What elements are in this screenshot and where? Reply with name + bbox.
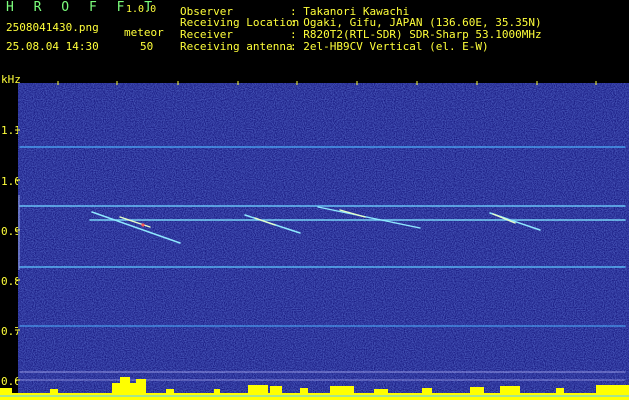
spectrogram — [0, 75, 629, 400]
level-bars-cyan — [0, 395, 629, 397]
info-value-antenna: : 2el-HB9CV Vertical (el. E-W) — [290, 40, 489, 53]
info-value-receiver: : R820T2(RTL-SDR) SDR-Sharp 53.1000MHz — [290, 28, 542, 41]
meteor-count-label: meteor — [124, 26, 164, 39]
info-key-antenna: Receiving antenna — [180, 40, 293, 53]
app-version: 1.0.0 — [126, 4, 157, 15]
info-key-receiver: Receiver — [180, 28, 233, 41]
file-datetime: 25.08.04 14:30 — [6, 40, 99, 53]
noise-texture — [18, 83, 629, 400]
echo-1-dot — [141, 223, 145, 227]
info-key-location: Receiving Location — [180, 16, 300, 29]
hroft-screen: H R O F F T 1.0.0 2508041430.png 25.08.0… — [0, 0, 629, 400]
info-value-location: : Ogaki, Gifu, JAPAN (136.60E, 35.35N) — [290, 16, 542, 29]
meteor-count-value: 50 — [140, 40, 154, 53]
file-name: 2508041430.png — [6, 21, 99, 34]
spectrogram-svg — [0, 81, 629, 400]
